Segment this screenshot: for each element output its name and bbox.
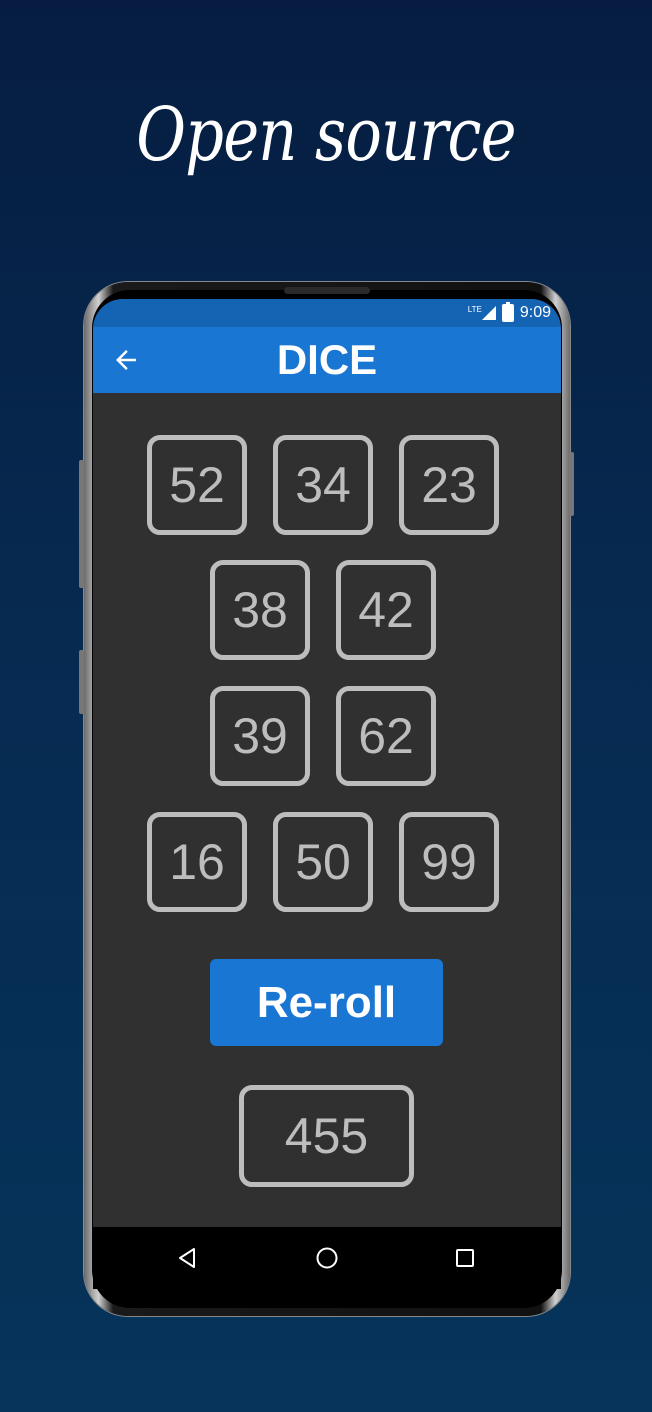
app-bar: DICE — [93, 327, 561, 393]
status-bar: LTE 9:09 — [93, 299, 561, 327]
die[interactable]: 38 — [210, 560, 310, 660]
die[interactable]: 52 — [147, 435, 247, 535]
signal-icon — [481, 306, 496, 320]
die[interactable]: 62 — [336, 686, 436, 786]
die[interactable]: 99 — [399, 812, 499, 912]
die[interactable]: 16 — [147, 812, 247, 912]
phone-screen: LTE 9:09 DICE 52 34 23 38 42 39 62 16 50… — [93, 299, 561, 1289]
home-circle-icon[interactable] — [312, 1243, 342, 1273]
die[interactable]: 42 — [336, 560, 436, 660]
phone-volume-button — [79, 460, 84, 588]
recents-square-icon[interactable] — [450, 1243, 480, 1273]
battery-icon — [501, 302, 514, 322]
phone-side-button — [79, 650, 84, 714]
navigation-bar — [93, 1227, 561, 1289]
die[interactable]: 39 — [210, 686, 310, 786]
arrow-left-icon[interactable] — [111, 345, 141, 375]
reroll-button[interactable]: Re-roll — [210, 959, 443, 1046]
app-title: DICE — [276, 336, 378, 383]
total-display: 455 — [239, 1085, 414, 1187]
die[interactable]: 34 — [273, 435, 373, 535]
die[interactable]: 23 — [399, 435, 499, 535]
phone-power-button — [569, 452, 574, 516]
headline: Open source — [136, 92, 516, 178]
back-triangle-icon[interactable] — [172, 1243, 202, 1273]
phone-speaker — [284, 287, 370, 294]
die[interactable]: 50 — [273, 812, 373, 912]
status-time: 9:09 — [519, 304, 551, 321]
network-type: LTE — [467, 304, 482, 314]
